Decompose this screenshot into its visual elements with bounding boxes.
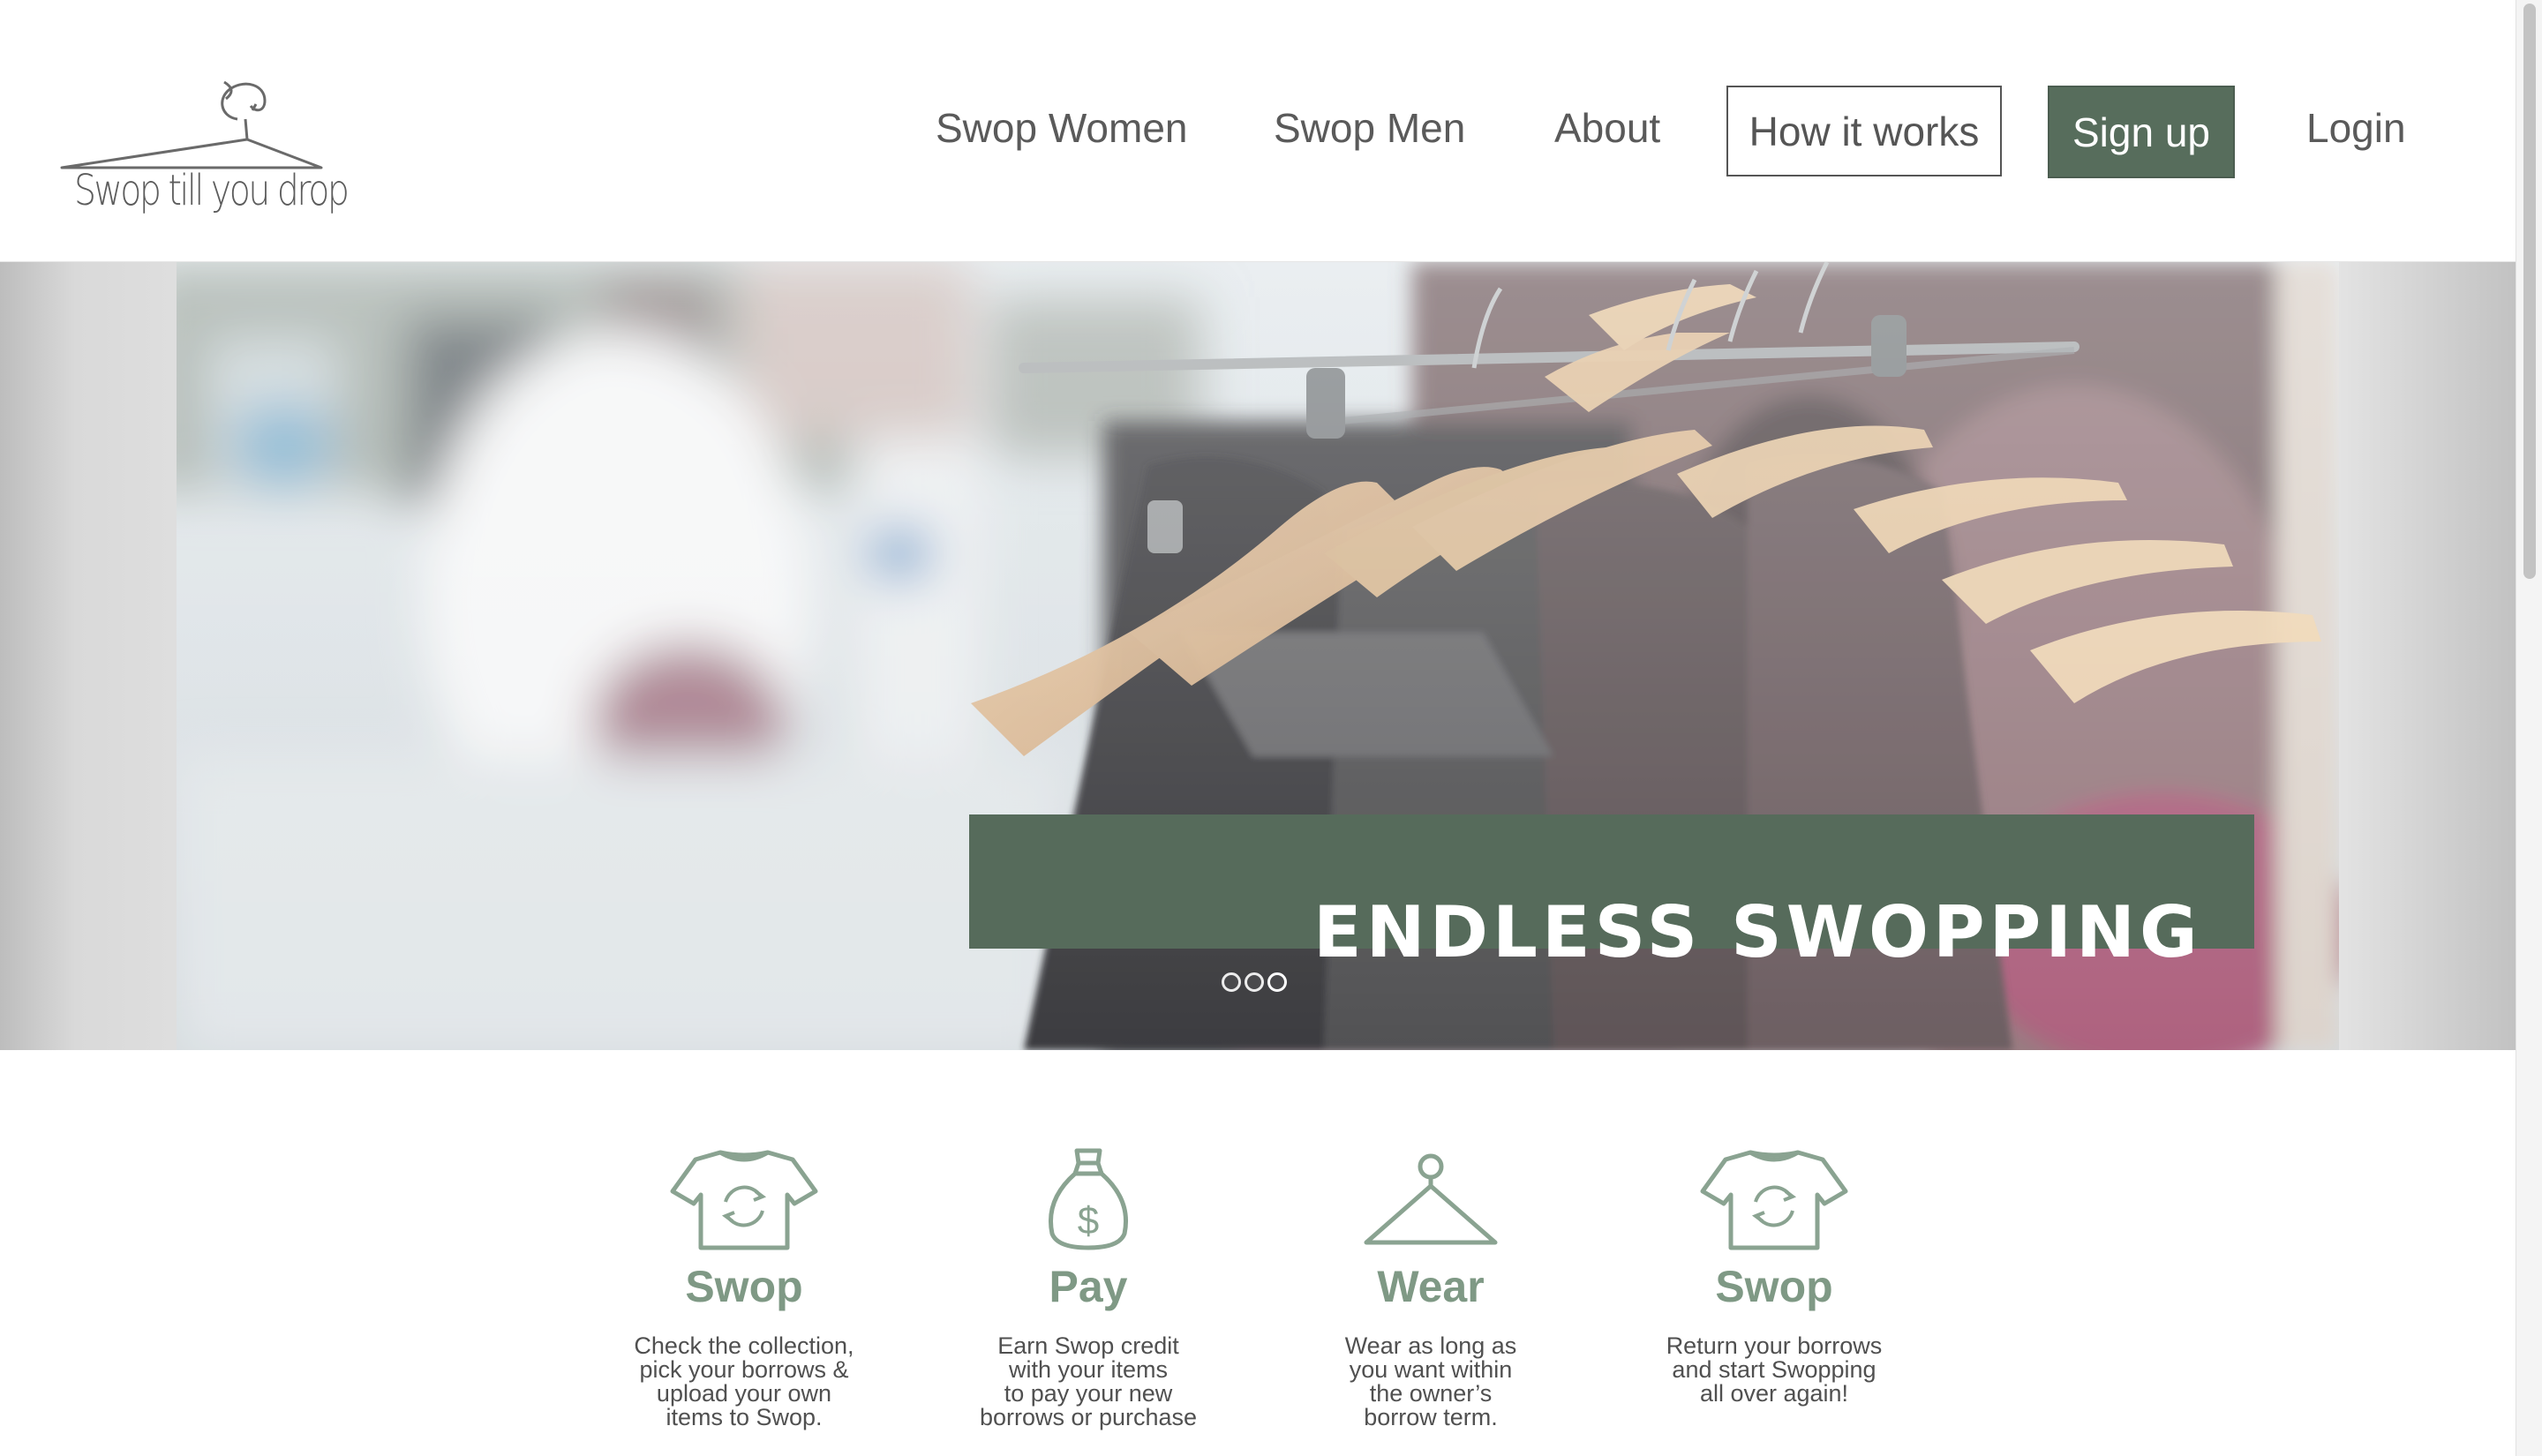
tshirt-cycle-icon (1700, 1150, 1848, 1250)
sign-up-button[interactable]: Sign up (2048, 86, 2235, 178)
nav-about[interactable]: About (1554, 104, 1660, 152)
money-bag-icon: $ (1049, 1148, 1128, 1250)
carousel-dot-1[interactable] (1222, 972, 1241, 992)
nav-swop-men[interactable]: Swop Men (1274, 104, 1465, 152)
page-scrollbar[interactable] (2516, 0, 2542, 1456)
carousel-dots (1222, 972, 1287, 992)
how-it-works-button[interactable]: How it works (1726, 86, 2002, 176)
site-header: Swop till you drop Swop Women Swop Men A… (0, 0, 2516, 262)
hero-title: ENDLESS SWOPPING (1313, 891, 2202, 973)
svg-text:$: $ (1078, 1199, 1099, 1242)
login-link[interactable]: Login (2306, 104, 2406, 152)
logo-text: Swop till you drop (74, 166, 350, 215)
step-wear: Wear Wear as long as you want within the… (1298, 1147, 1563, 1430)
nav-swop-women[interactable]: Swop Women (936, 104, 1188, 152)
hero-carousel[interactable]: ENDLESS SWOPPING (177, 262, 2339, 1050)
step-title: Swop (1715, 1262, 1833, 1311)
hanger-icon (1364, 1153, 1498, 1245)
hanger-logo-icon (60, 80, 323, 169)
carousel-dot-3[interactable] (1267, 972, 1287, 992)
tshirt-cycle-icon (670, 1150, 818, 1250)
step-swop-again: Swop Return your borrows and start Swopp… (1642, 1147, 1906, 1406)
step-description: Return your borrows and start Swopping a… (1666, 1332, 1883, 1407)
scrollbar-thumb[interactable] (2523, 4, 2536, 579)
step-description: Earn Swop credit with your items to pay … (979, 1332, 1198, 1430)
step-title: Wear (1377, 1262, 1485, 1311)
logo[interactable]: Swop till you drop (56, 35, 350, 229)
step-title: Pay (1049, 1262, 1128, 1311)
step-pay: $ Pay Earn Swop credit with your items t… (956, 1147, 1221, 1430)
carousel-dot-2[interactable] (1245, 972, 1264, 992)
step-swop: Swop Check the collection, pick your bor… (612, 1147, 876, 1430)
step-title: Swop (685, 1262, 803, 1311)
step-description: Wear as long as you want within the owne… (1344, 1332, 1517, 1430)
step-description: Check the collection, pick your borrows … (634, 1332, 854, 1430)
